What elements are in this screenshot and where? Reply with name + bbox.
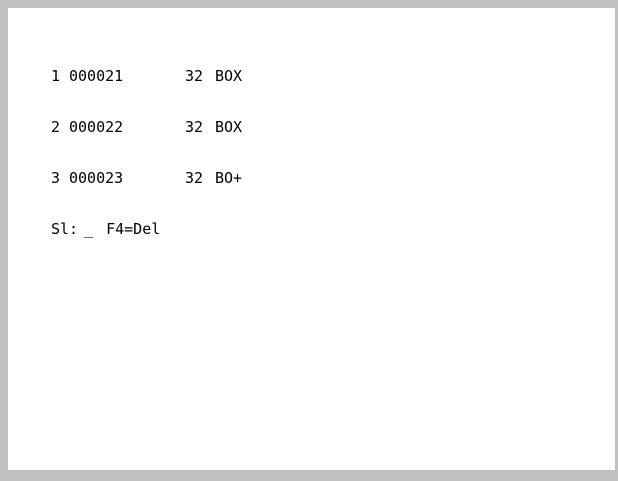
item-unit: BOX: [215, 118, 243, 136]
list-item[interactable]: 3 000023 32 BO+: [51, 170, 242, 187]
delete-key-hint[interactable]: F4=Del: [106, 221, 160, 238]
list-item[interactable]: 1 000021 32 BOX: [51, 68, 242, 85]
item-unit: BO+: [215, 169, 243, 187]
item-id: 000021: [69, 67, 124, 85]
item-id: 000022: [69, 118, 124, 136]
item-unit: BOX: [215, 67, 243, 85]
row-number: 3: [51, 169, 61, 187]
select-label: Sl:: [51, 220, 79, 238]
terminal-content: 1 000021 32 BOX 2 000022 32 BOX 3 000023…: [51, 34, 242, 255]
prompt-line: Sl: _ F4=Del: [51, 221, 242, 238]
item-quantity: 32: [185, 118, 204, 136]
list-item[interactable]: 2 000022 32 BOX: [51, 119, 242, 136]
item-id: 000023: [69, 169, 124, 187]
item-quantity: 32: [185, 169, 204, 187]
item-quantity: 32: [185, 67, 204, 85]
row-number: 2: [51, 118, 61, 136]
row-number: 1: [51, 67, 61, 85]
select-input[interactable]: _: [84, 221, 100, 238]
